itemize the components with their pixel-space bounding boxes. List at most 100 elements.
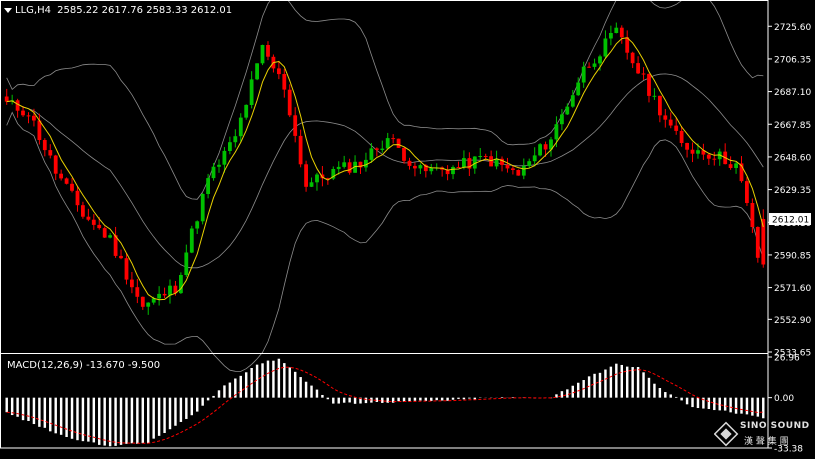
candle[interactable] [364,152,368,172]
candle[interactable] [413,162,417,177]
candle[interactable] [282,68,287,98]
candle[interactable] [353,155,357,173]
candle[interactable] [91,214,96,230]
candle[interactable] [418,163,423,175]
candle[interactable] [685,142,689,158]
candle[interactable] [434,163,439,171]
candle[interactable] [565,103,570,116]
candle[interactable] [690,142,695,163]
candle[interactable] [168,279,172,304]
candle[interactable] [200,192,205,225]
candle[interactable] [342,155,347,169]
candle[interactable] [86,208,91,222]
candle[interactable] [228,136,232,155]
candle[interactable] [380,140,385,153]
candle[interactable] [472,156,477,174]
candle[interactable] [630,51,635,69]
candle[interactable] [374,147,379,157]
candle[interactable] [532,147,537,167]
candle[interactable] [739,156,744,183]
candle[interactable] [755,226,760,263]
candle[interactable] [277,60,281,80]
candle[interactable] [706,153,711,165]
candle[interactable] [560,109,564,131]
candle[interactable] [53,154,58,181]
candle[interactable] [184,244,189,277]
candle[interactable] [456,161,461,168]
candle[interactable] [331,166,336,181]
candle[interactable] [146,302,151,315]
candle[interactable] [130,271,134,294]
candle[interactable] [157,286,161,306]
candle[interactable] [119,249,123,260]
candle[interactable] [266,41,270,61]
candle[interactable] [538,143,542,157]
candle[interactable] [81,201,85,219]
candle[interactable] [140,296,145,310]
candle[interactable] [761,209,766,268]
candle[interactable] [663,108,668,128]
price-panel[interactable] [4,0,766,372]
candle[interactable] [260,44,265,66]
candle[interactable] [309,177,314,188]
candle[interactable] [467,152,472,176]
candle[interactable] [26,112,31,124]
candle[interactable] [102,226,107,238]
candle[interactable] [603,30,608,59]
candle[interactable] [347,158,352,175]
candle[interactable] [652,88,657,100]
candle[interactable] [358,161,363,174]
candle[interactable] [217,159,221,173]
candle[interactable] [162,287,167,299]
candle[interactable] [462,150,466,170]
candle[interactable] [244,104,249,120]
candle[interactable] [614,22,619,34]
candle[interactable] [48,144,53,159]
candle[interactable] [516,169,521,176]
candle[interactable] [445,165,450,181]
candle[interactable] [10,94,15,105]
candle[interactable] [298,129,303,168]
trading-chart[interactable]: 2725.60 2706.35 2687.10 2667.85 2648.60 2629.… [0,0,815,455]
candle[interactable] [717,148,722,166]
candle[interactable] [238,113,243,142]
candle[interactable] [489,150,493,167]
candle[interactable] [249,71,254,109]
candle[interactable] [511,165,515,175]
candle[interactable] [304,160,308,192]
candle[interactable] [42,138,47,157]
candle[interactable] [255,63,259,81]
candle[interactable] [135,278,140,304]
candle[interactable] [396,138,401,148]
candle[interactable] [647,73,651,103]
candle[interactable] [549,136,553,157]
candle[interactable] [385,132,390,149]
candle[interactable] [320,166,325,187]
candle[interactable] [728,156,733,170]
chart-canvas[interactable]: 2725.60 2706.35 2687.10 2667.85 2648.60 2629.… [0,0,815,455]
candle[interactable] [64,177,69,185]
candle[interactable] [592,58,597,70]
candle[interactable] [4,88,9,105]
candle[interactable] [701,143,706,160]
candle[interactable] [478,148,483,160]
candle[interactable] [587,62,591,68]
dropdown-triangle-icon[interactable] [4,7,12,13]
candle[interactable] [641,67,646,80]
candle[interactable] [734,161,738,174]
candle[interactable] [494,150,499,170]
candle[interactable] [124,253,129,285]
candle[interactable] [712,151,717,166]
macd-panel[interactable] [5,358,765,447]
candle[interactable] [287,84,292,118]
candle[interactable] [59,169,63,181]
candle[interactable] [619,25,624,44]
candle[interactable] [315,172,319,191]
candle[interactable] [113,226,118,258]
candle[interactable] [15,98,20,118]
candle[interactable] [745,177,749,206]
candle[interactable] [668,112,673,129]
candle[interactable] [609,25,613,46]
candle[interactable] [625,30,630,60]
candle[interactable] [75,186,80,212]
